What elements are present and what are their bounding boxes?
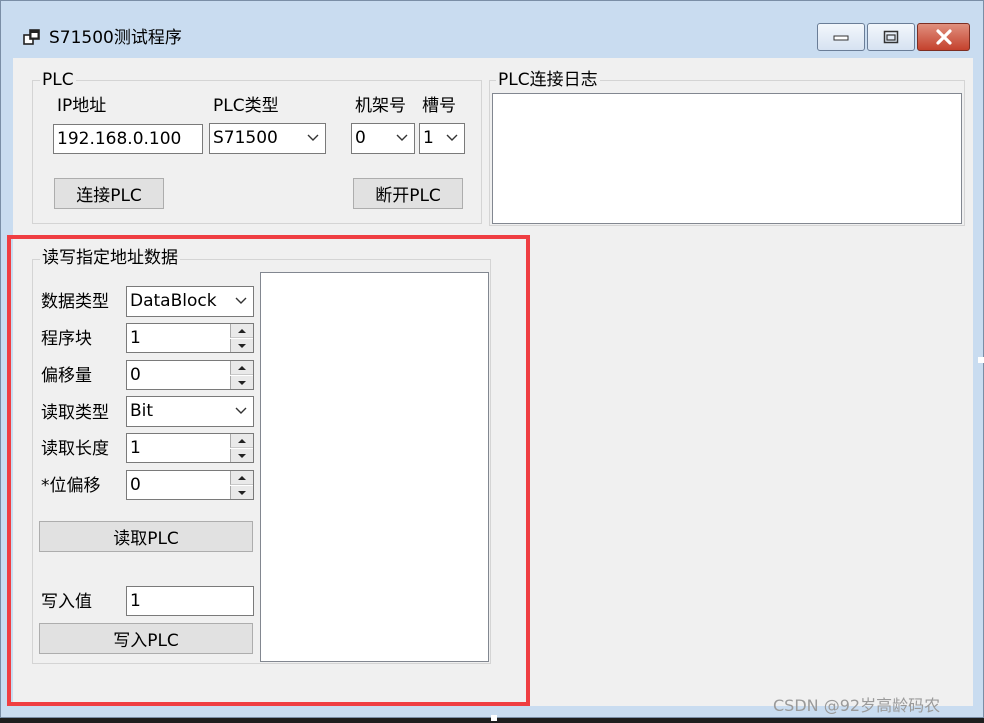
watermark-text: CSDN @92岁高龄码农: [773, 696, 941, 715]
app-window-icon: [23, 29, 40, 45]
resize-handle[interactable]: [491, 715, 497, 721]
rack-value: 0: [355, 128, 366, 148]
plc-type-label: PLC类型: [213, 96, 279, 116]
rack-select[interactable]: 0: [351, 123, 415, 154]
minimize-icon: [818, 24, 864, 50]
chevron-down-icon: [307, 134, 319, 141]
connection-log-textbox[interactable]: [492, 93, 962, 224]
resize-handle[interactable]: [978, 357, 984, 363]
slot-label: 槽号: [422, 96, 456, 116]
ip-address-input[interactable]: 192.168.0.100: [53, 124, 203, 154]
close-icon: [918, 24, 969, 50]
minimize-button[interactable]: [817, 23, 865, 51]
slot-value: 1: [423, 128, 434, 148]
plc-type-select[interactable]: S71500: [209, 123, 326, 154]
plc-type-value: S71500: [213, 128, 278, 148]
rack-label: 机架号: [355, 96, 406, 116]
window-title: S71500测试程序: [49, 28, 182, 48]
ip-label: IP地址: [57, 96, 107, 116]
plc-group-label: PLC: [40, 70, 76, 90]
slot-select[interactable]: 1: [419, 123, 465, 154]
chevron-down-icon: [396, 134, 408, 141]
disconnect-plc-button[interactable]: 断开PLC: [353, 178, 463, 209]
close-button[interactable]: [917, 23, 970, 51]
maximize-icon: [868, 24, 914, 50]
chevron-down-icon: [446, 134, 458, 141]
connect-plc-button[interactable]: 连接PLC: [54, 178, 164, 209]
highlight-box: [7, 235, 530, 706]
maximize-button[interactable]: [867, 23, 915, 51]
log-group-label: PLC连接日志: [496, 70, 600, 90]
